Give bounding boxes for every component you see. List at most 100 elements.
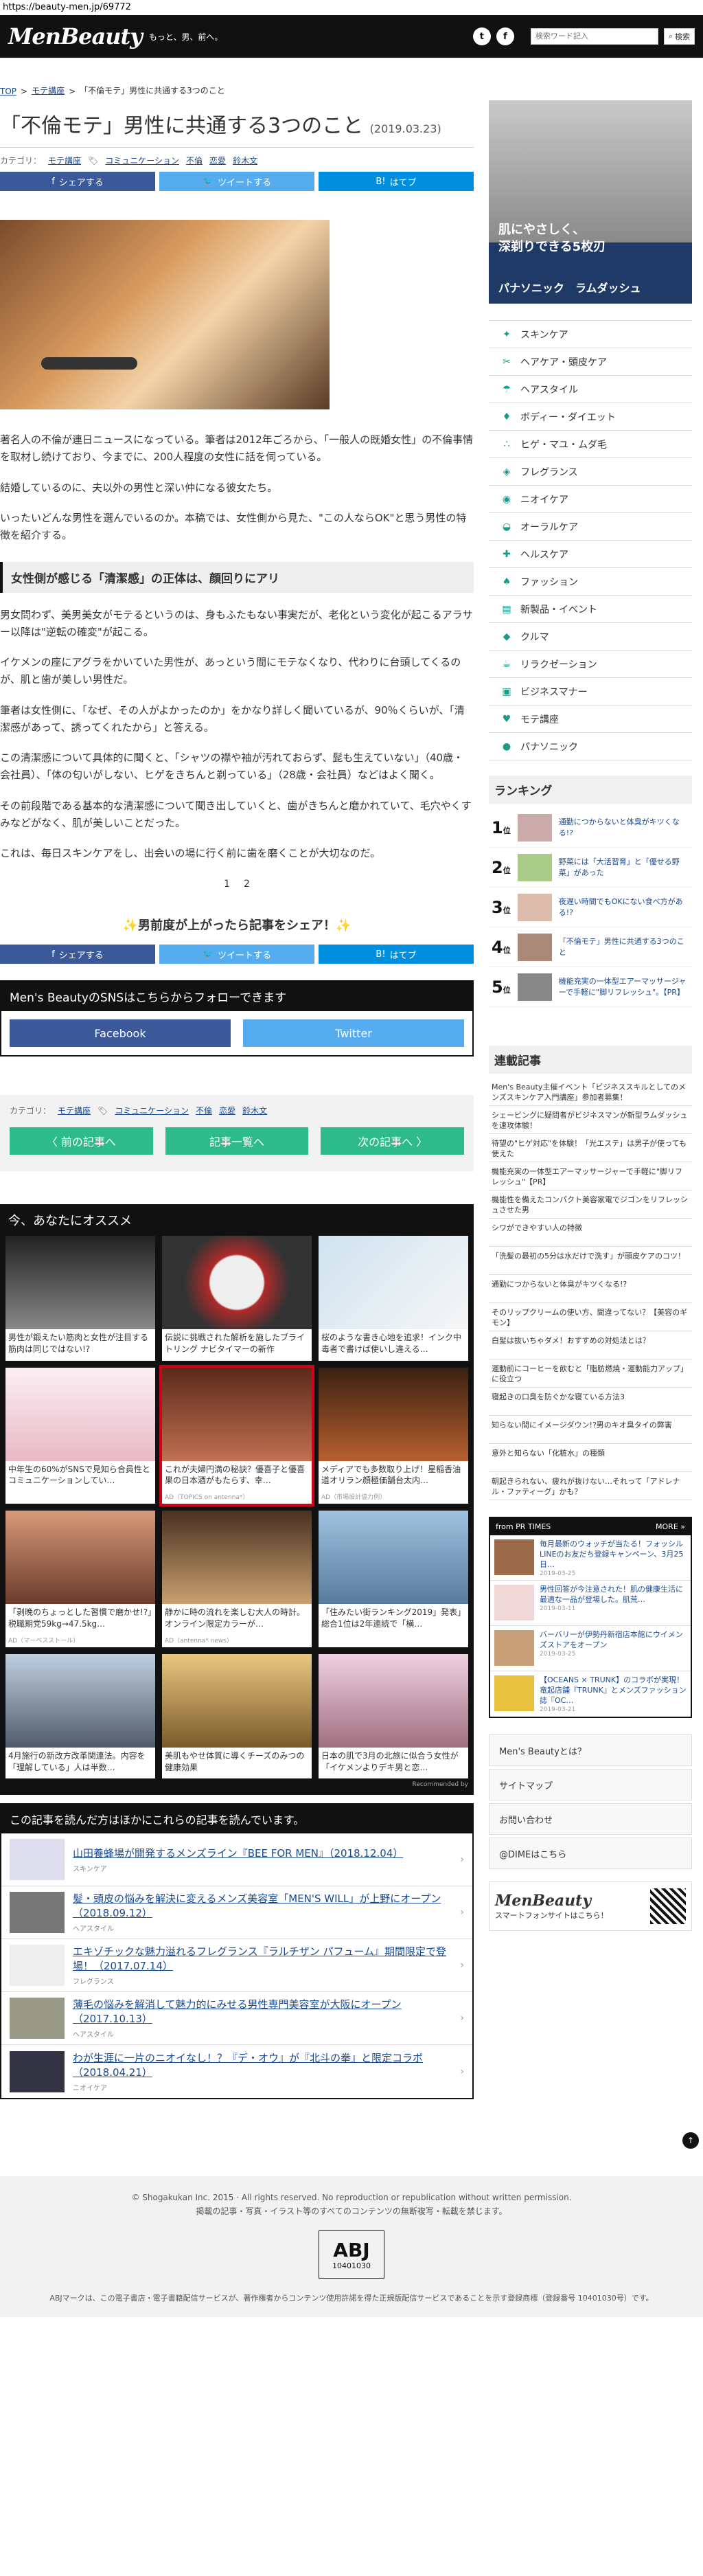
twitter-icon[interactable]: t bbox=[472, 27, 491, 45]
sidebar-item[interactable]: ◈ フレグランス bbox=[489, 458, 692, 486]
related-item[interactable]: 薄毛の悩みを解消して魅力的にみせる男性専門美容室が大阪にオープン（2017.10… bbox=[1, 1992, 472, 2046]
sidebar-item[interactable]: ✂ ヘアケア・頭皮ケア bbox=[489, 348, 692, 376]
tweet-button[interactable]: 🐦 ツイートする bbox=[159, 172, 314, 191]
serial-item[interactable]: 知らない間にイメージダウン!?男のキオ臭タイの弊害 bbox=[489, 1416, 692, 1444]
serial-item[interactable]: Men's Beauty主催イベント「ビジネススキルとしてのメンズスキンケア入門… bbox=[489, 1078, 692, 1106]
serial-item[interactable]: シワができやすい人の特徴 bbox=[489, 1219, 692, 1247]
prtimes-item[interactable]: 男性回答が今注意された！肌の健康生活に最適な一品が登場した。肌荒… 2019-03… bbox=[490, 1581, 691, 1626]
more-link[interactable]: MORE » bbox=[656, 1522, 685, 1531]
ranking-item[interactable]: 1位 通勤につからないと体臭がキツくなる!? bbox=[489, 808, 692, 848]
sidebar-item[interactable]: ♦ ボディー・ダイエット bbox=[489, 403, 692, 431]
serial-item[interactable]: 待望の"ヒゲ対応"を体験！「光エステ」は男子が使っても使えた bbox=[489, 1134, 692, 1162]
prtimes-item[interactable]: 毎月最新のウォッチが当たる！フォッシルLINEのお友だち登録キャンペーン、3月2… bbox=[490, 1535, 691, 1581]
recommend-card[interactable]: 桜のような書き心地を追求！インク中毒者で書けば使いし違える… bbox=[319, 1236, 468, 1361]
recommend-card[interactable]: 静かに時の流れを楽しむ大人の時計。オンライン限定カラーが… AD（antenna*… bbox=[162, 1511, 312, 1647]
twitter-follow-button[interactable]: Twitter bbox=[243, 1019, 464, 1047]
body-icon: ♦ bbox=[502, 411, 511, 422]
prev-article-button[interactable]: 〈 前の記事へ bbox=[10, 1127, 153, 1155]
serial-item[interactable]: 白髪は抜いちゃダメ！おすすめの対処法とは？ bbox=[489, 1331, 692, 1359]
abj-mark: ABJ 10401030 bbox=[319, 2230, 384, 2279]
breadcrumb-top[interactable]: TOP bbox=[0, 87, 16, 96]
category-link[interactable]: モテ講座 bbox=[48, 155, 81, 166]
sidebar-item[interactable]: ▣ ビジネスマナー bbox=[489, 678, 692, 705]
tag-link[interactable]: 不倫 bbox=[186, 155, 203, 166]
recommend-card[interactable]: 美肌もやせ体質に導くチーズのみつの健康効果 bbox=[162, 1653, 312, 1779]
serial-item[interactable]: 意外と知らない「化粧水」の種類 bbox=[489, 1444, 692, 1472]
recommend-card[interactable]: 中年生の60%がSNSで見知ら合員性とコミュニケーションしてい… bbox=[5, 1367, 155, 1504]
serial-item[interactable]: そのリップクリームの使い方、間違ってない？【美容のギモン】 bbox=[489, 1303, 692, 1331]
recommend-card[interactable]: 4月施行の新改方改革関連法。内容を「理解している」人は半数… bbox=[5, 1653, 155, 1779]
serial-item[interactable]: 通勤につからないと体臭がキツくなる!? bbox=[489, 1275, 692, 1303]
recommend-card[interactable]: 「剥晩のちょっとした習慣で磨かせ!?」税職期党59kg→47.5kg… AD（マー… bbox=[5, 1511, 155, 1647]
sidebar-item[interactable]: ☂ ヘアスタイル bbox=[489, 376, 692, 403]
site-logo[interactable]: MenBeauty bbox=[8, 23, 143, 49]
serial-item[interactable]: 「洗髪の最初の5分は水だけで洗す」が頭皮ケアのコツ！ bbox=[489, 1247, 692, 1275]
related-item[interactable]: エキゾチックな魅力溢れるフレグランス『ラルチザン パフューム』期間限定で登場！（… bbox=[1, 1939, 472, 1993]
prtimes-item[interactable]: バーバリーが伊勢丹新宿店本館にウイメンズストアをオープン 2019-03-25 bbox=[490, 1626, 691, 1671]
related-item[interactable]: わが生涯に一片のニオイなし！？『デ・オウ』が『北斗の拳』と限定コラボ（2018.… bbox=[1, 2045, 472, 2098]
about-link[interactable]: Men's Beautyとは？ bbox=[489, 1735, 692, 1766]
sidebar-item[interactable]: ♥ モテ講座 bbox=[489, 705, 692, 733]
smartphone-site-banner[interactable]: MenBeauty スマートフォンサイトはこちら！ bbox=[489, 1882, 692, 1931]
recommend-card[interactable]: 男性が鍛えたい筋肉と女性が注目する筋肉は同じではない!? bbox=[5, 1236, 155, 1361]
side-ad-banner[interactable]: 肌にやさしく、 深剃りできる5枚刃 パナソニック ラムダッシュ bbox=[489, 100, 692, 304]
facebook-share-button[interactable]: f シェアする bbox=[0, 945, 155, 964]
ranking-item[interactable]: 3位 夜遅い時間でもOKにない食べ方がある!? bbox=[489, 888, 692, 927]
facebook-share-button[interactable]: f シェアする bbox=[0, 172, 155, 191]
url-bar[interactable]: https://beauty-men.jp/69772 bbox=[0, 0, 703, 15]
facebook-icon[interactable]: f bbox=[496, 27, 514, 45]
sidebar-item[interactable]: ☕ リラクゼーション bbox=[489, 651, 692, 678]
tag-link[interactable]: 不倫 bbox=[196, 1105, 212, 1116]
serial-item[interactable]: 寝起きの口臭を防ぐかな寝ている方法3 bbox=[489, 1388, 692, 1416]
sidebar-item[interactable]: ∴ ヒゲ・マユ・ムダ毛 bbox=[489, 431, 692, 458]
sidebar-item[interactable]: ♠ ファッション bbox=[489, 568, 692, 596]
sidebar-item[interactable]: ✦ スキンケア bbox=[489, 321, 692, 348]
tag-link[interactable]: 鈴木文 bbox=[233, 155, 257, 166]
related-item[interactable]: 髪・頭皮の悩みを解決に変えるメンズ美容室「MEN'S WILL」が上野にオープン… bbox=[1, 1886, 472, 1940]
tag-link[interactable]: 鈴木文 bbox=[242, 1105, 267, 1116]
hatena-button[interactable]: B! はてブ bbox=[319, 945, 474, 964]
dime-link[interactable]: @DIMEはこちら bbox=[489, 1838, 692, 1869]
hatena-button[interactable]: B! はてブ bbox=[319, 172, 474, 191]
next-article-button[interactable]: 次の記事へ 〉 bbox=[321, 1127, 465, 1155]
serial-item[interactable]: 運動前にコーヒーを飲むと「脂肪燃焼・運動能力アップ」に役立つ bbox=[489, 1359, 692, 1388]
breadcrumb-category[interactable]: モテ講座 bbox=[32, 84, 65, 96]
tag-link[interactable]: 恋愛 bbox=[209, 155, 226, 166]
serial-item[interactable]: 機能充実の一体型エアーマッサージャーで手軽に"脚リフレッシュ"【PR】 bbox=[489, 1162, 692, 1190]
related-item[interactable]: 山田養蜂場が開発するメンズライン『BEE FOR MEN』（2018.12.04… bbox=[1, 1833, 472, 1887]
page-1[interactable]: 1 bbox=[224, 879, 230, 890]
contact-link[interactable]: お問い合わせ bbox=[489, 1803, 692, 1835]
sidebar-item[interactable]: ● パナソニック bbox=[489, 733, 692, 760]
tag-link[interactable]: コミュニケーション bbox=[105, 155, 179, 166]
recommend-card[interactable]: 「住みたい街ランキング2019」発表」総合1位は2年連続で「横… bbox=[319, 1511, 468, 1647]
recommend-card[interactable]: メディアでも多数取り上げ！星稲香油道オリラン顔極価舗台太内… AD（市場設計協力例… bbox=[319, 1367, 468, 1504]
serial-item[interactable]: シェービングに疑問者がビジネスマンが新型ラムダッシュを速攻体験！ bbox=[489, 1106, 692, 1134]
sidebar-item[interactable]: ◉ ニオイケア bbox=[489, 486, 692, 513]
prtimes-item[interactable]: 【OCEANS × TRUNK】のコラボが実現！竜起店舗『TRUNK』とメンズフ… bbox=[490, 1671, 691, 1717]
ranking-item[interactable]: 2位 野菜には「大活習育」と「優せる野菜」があった bbox=[489, 848, 692, 888]
tweet-button[interactable]: 🐦 ツイートする bbox=[159, 945, 314, 964]
page-2[interactable]: 2 bbox=[244, 879, 250, 890]
facebook-follow-button[interactable]: Facebook bbox=[10, 1019, 231, 1047]
search-icon: ⌕ bbox=[668, 32, 673, 41]
article-list-button[interactable]: 記事一覧へ bbox=[165, 1127, 309, 1155]
sidebar-item[interactable]: ◒ オーラルケア bbox=[489, 513, 692, 541]
sidebar-item[interactable]: ▤ 新製品・イベント bbox=[489, 596, 692, 623]
sidebar-item[interactable]: ◆ クルマ bbox=[489, 623, 692, 651]
recommend-card[interactable]: これが夫婦円満の秘訣？優喜子と優喜果の日本酒がもたらす、幸… AD（TOPICS … bbox=[159, 1364, 314, 1507]
serial-item[interactable]: 朝起きられない、疲れが抜けない…それって「アドレナル・ファティーグ」かも？ bbox=[489, 1472, 692, 1500]
sidebar-item[interactable]: ✚ ヘルスケア bbox=[489, 541, 692, 568]
ranking-item[interactable]: 4位 「不倫モテ」男性に共通する3つのこと bbox=[489, 927, 692, 967]
recommend-card[interactable]: 日本の肌で3月の北旅に似合う女性が「イケメンよりデキ男と恋… bbox=[319, 1653, 468, 1779]
tag-link[interactable]: コミュニケーション bbox=[115, 1105, 189, 1116]
scroll-top-button[interactable]: ↑ bbox=[682, 2132, 699, 2149]
side-links: Men's Beautyとは？ サイトマップ お問い合わせ @DIMEはこちら bbox=[489, 1735, 692, 1869]
search-input[interactable] bbox=[530, 28, 658, 45]
category-link[interactable]: モテ講座 bbox=[58, 1105, 91, 1116]
tag-link[interactable]: 恋愛 bbox=[219, 1105, 235, 1116]
ranking-item[interactable]: 5位 機能充実の一体型エアーマッサージャーで手軽に"脚リフレッシュ"。【PR】 bbox=[489, 967, 692, 1007]
recommend-card[interactable]: 伝説に挑戦された解析を施したブライトリング ナビタイマーの新作 bbox=[162, 1236, 312, 1361]
sitemap-link[interactable]: サイトマップ bbox=[489, 1769, 692, 1800]
search-button[interactable]: ⌕ 検索 bbox=[663, 28, 695, 45]
serial-item[interactable]: 機能性を備えたコンパクト美容家電でジゴンをリフレッシュさせた男 bbox=[489, 1190, 692, 1219]
